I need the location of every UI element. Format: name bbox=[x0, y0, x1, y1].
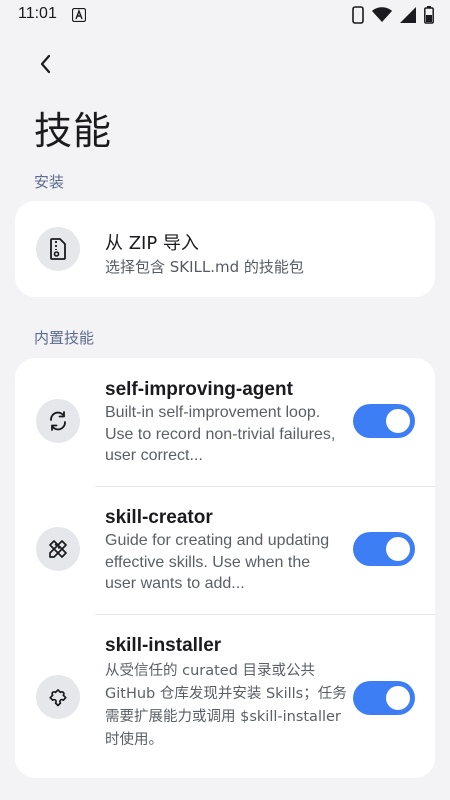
battery-icon bbox=[424, 6, 434, 24]
skill-toggle-skill-creator[interactable] bbox=[353, 532, 415, 566]
skill-description: Guide for creating and updating effectiv… bbox=[105, 532, 330, 592]
signal-icon bbox=[400, 7, 416, 23]
skill-description: Built-in self-improvement loop. Use to r… bbox=[105, 404, 336, 464]
toggle-knob bbox=[386, 409, 410, 433]
pencil-ruler-icon bbox=[49, 540, 67, 558]
status-bar: 11:01 bbox=[0, 0, 450, 32]
status-icons bbox=[352, 6, 434, 24]
skill-name: skill-installer bbox=[105, 635, 222, 656]
puzzle-icon bbox=[49, 689, 67, 707]
chevron-left-icon bbox=[40, 54, 51, 74]
back-button[interactable] bbox=[28, 46, 64, 82]
toggle-knob bbox=[386, 537, 410, 561]
pencil-ruler-icon-wrap bbox=[36, 527, 80, 571]
sync-icon bbox=[50, 411, 66, 431]
status-time: 11:01 bbox=[18, 5, 57, 22]
import-zip-card[interactable]: 从 ZIP 导入 选择包含 SKILL.md 的技能包 bbox=[15, 201, 435, 297]
skill-name: skill-creator bbox=[105, 507, 213, 528]
import-zip-title: 从 ZIP 导入 bbox=[105, 233, 199, 254]
skill-name: self-improving-agent bbox=[105, 379, 293, 400]
skill-row-skill-installer[interactable]: skill-installer 从受信任的 curated 目录或公共 GitH… bbox=[15, 615, 435, 778]
sync-icon-wrap bbox=[36, 399, 80, 443]
builtin-skills-card: self-improving-agent Built-in self-impro… bbox=[15, 358, 435, 778]
phone-icon bbox=[352, 6, 364, 24]
skill-description: 从受信任的 curated 目录或公共 GitHub 仓库发现并安装 Skill… bbox=[105, 663, 347, 748]
section-label-builtin: 内置技能 bbox=[34, 329, 95, 347]
toggle-knob bbox=[386, 686, 410, 710]
puzzle-icon-wrap bbox=[36, 675, 80, 719]
skill-toggle-skill-installer[interactable] bbox=[353, 681, 415, 715]
skill-row-self-improving-agent[interactable]: self-improving-agent Built-in self-impro… bbox=[15, 358, 435, 486]
page-title: 技能 bbox=[34, 109, 113, 153]
notification-a-icon bbox=[72, 8, 86, 22]
skill-row-skill-creator[interactable]: skill-creator Guide for creating and upd… bbox=[15, 487, 435, 614]
wifi-icon bbox=[372, 7, 392, 22]
skill-toggle-self-improving-agent[interactable] bbox=[353, 404, 415, 438]
zip-file-icon-wrap bbox=[36, 227, 80, 271]
zip-file-icon bbox=[50, 238, 66, 260]
import-zip-subtitle: 选择包含 SKILL.md 的技能包 bbox=[105, 258, 304, 276]
section-label-install: 安装 bbox=[34, 173, 65, 191]
